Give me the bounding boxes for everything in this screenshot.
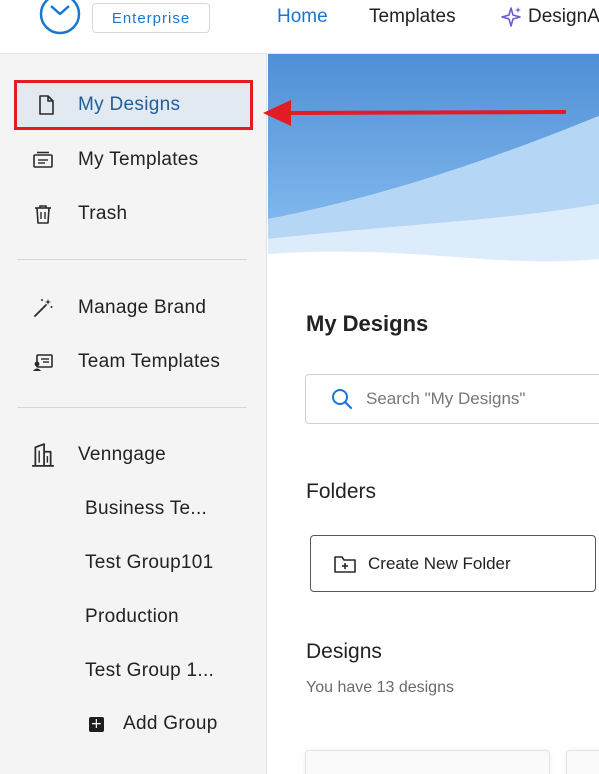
sidebar-item-venngage-workspace[interactable]: Venngage [0, 428, 267, 482]
magic-wand-icon [34, 299, 53, 317]
hero-wave-graphic [268, 54, 599, 294]
page-title: My Designs [306, 311, 429, 336]
folder-plus-icon [334, 556, 356, 573]
nav-templates-link[interactable]: Templates [369, 6, 456, 28]
sidebar-item-label: Manage Brand [78, 297, 207, 318]
search-box[interactable] [305, 374, 599, 424]
document-icon [39, 95, 54, 115]
nav-home-link[interactable]: Home [277, 6, 328, 28]
sidebar-group-label: Test Group101 [85, 552, 214, 573]
sidebar-item-my-designs[interactable]: My Designs [14, 80, 253, 130]
sparkle-icon [501, 7, 521, 27]
top-navigation-bar: Enterprise Home Templates DesignA [0, 0, 599, 54]
add-group-label: Add Group [123, 713, 218, 734]
sidebar-group-label: Production [85, 606, 179, 627]
plus-square-icon: + [89, 716, 104, 732]
sidebar-group-item[interactable]: Test Group 1... [0, 644, 267, 698]
trash-icon [35, 205, 51, 224]
sidebar-item-label: Team Templates [78, 351, 221, 372]
sidebar-group-item[interactable]: Test Group101 [0, 536, 267, 590]
nav-design-ai-link[interactable]: DesignA [500, 6, 599, 28]
sidebar-item-trash[interactable]: Trash [0, 187, 267, 241]
sidebar-divider [17, 407, 247, 408]
design-card[interactable] [305, 750, 550, 774]
sidebar-group-label: Business Te... [85, 498, 208, 519]
building-icon [32, 443, 54, 467]
nav-design-ai-label: DesignA [528, 6, 599, 27]
sidebar-group-item[interactable]: Business Te... [0, 482, 267, 536]
sidebar-item-label: Trash [78, 203, 128, 224]
design-card[interactable] [566, 750, 599, 774]
designs-count: You have 13 designs [306, 679, 454, 696]
sidebar-group-label: Test Group 1... [85, 660, 215, 681]
create-folder-label: Create New Folder [368, 554, 511, 573]
create-new-folder-button[interactable]: Create New Folder [310, 535, 596, 592]
venngage-logo-icon[interactable] [38, 0, 82, 36]
templates-icon [33, 151, 53, 168]
search-icon [332, 389, 353, 410]
annotation-arrow [263, 100, 567, 126]
team-templates-icon [33, 354, 53, 371]
sidebar-item-manage-brand[interactable]: Manage Brand [0, 281, 267, 335]
enterprise-badge: Enterprise [92, 3, 210, 33]
search-input[interactable] [366, 387, 596, 411]
folders-heading: Folders [306, 480, 377, 503]
add-group-button[interactable]: + Add Group [0, 697, 267, 751]
sidebar-item-label: My Templates [78, 149, 199, 170]
sidebar-divider [17, 259, 247, 260]
sidebar-item-label: Venngage [78, 444, 166, 465]
hero-banner [268, 54, 599, 294]
designs-heading: Designs [306, 640, 382, 663]
sidebar-item-label: My Designs [78, 94, 181, 115]
sidebar-group-item[interactable]: Production [0, 590, 267, 644]
sidebar-item-team-templates[interactable]: Team Templates [0, 335, 267, 389]
sidebar-item-my-templates[interactable]: My Templates [0, 133, 267, 187]
